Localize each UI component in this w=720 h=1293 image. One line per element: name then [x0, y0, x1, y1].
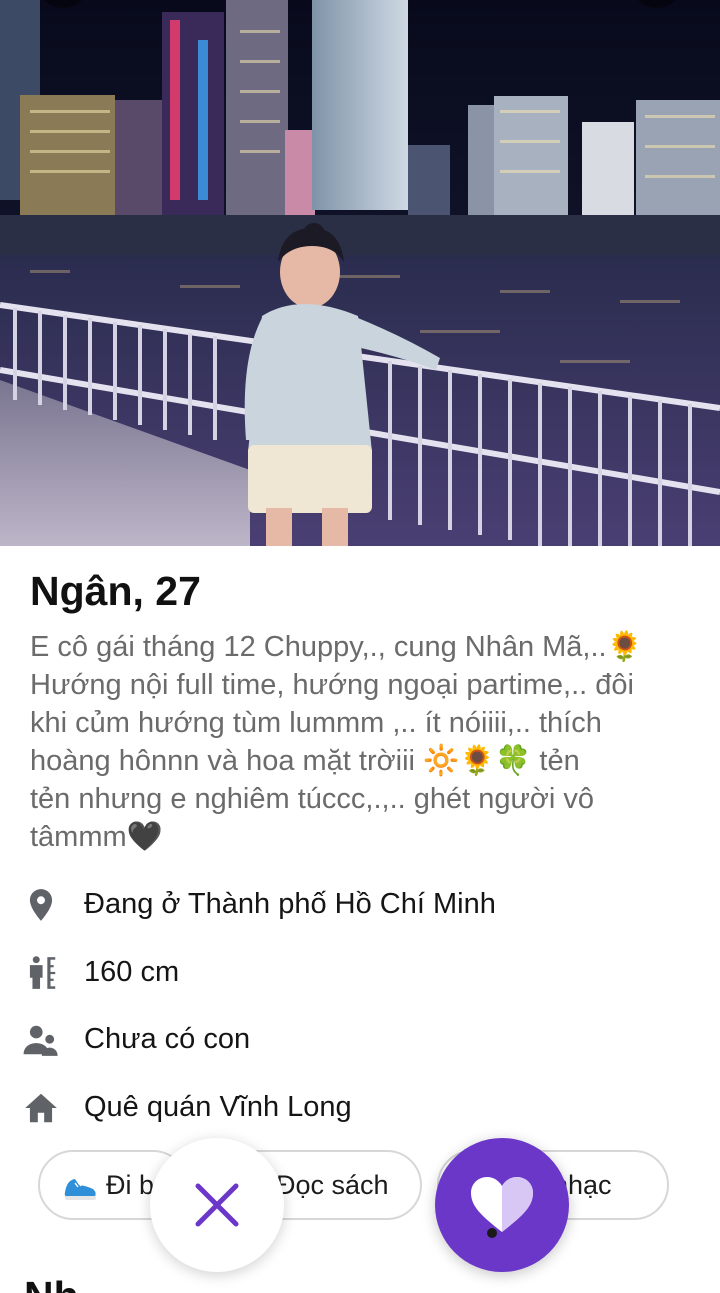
height-icon — [29, 956, 56, 989]
like-button[interactable] — [435, 1138, 569, 1272]
info-height: 160 cm — [0, 950, 720, 996]
running-shoe-icon — [64, 1179, 96, 1200]
profile-bio: E cô gái tháng 12 Chuppy,., cung Nhân Mã… — [30, 628, 700, 856]
pass-button[interactable] — [150, 1138, 284, 1272]
profile-name-age: Ngân, 27 — [30, 568, 201, 614]
info-children: Chưa có con — [0, 1017, 720, 1063]
children-icon — [23, 1025, 58, 1056]
interest-chip-walking-label: Đi b — [106, 1170, 155, 1200]
bio-line: hoàng hônnn và hoa mặt trờiii 🔆🌻🍀 tẻn — [30, 745, 580, 777]
info-hometown-text: Quê quán Vĩnh Long — [84, 1091, 352, 1123]
home-icon — [25, 1093, 57, 1123]
location-pin-icon — [29, 889, 53, 921]
close-icon — [195, 1183, 239, 1227]
interest-chip-reading-label: Đọc sách — [276, 1170, 389, 1200]
heart-icon — [471, 1177, 533, 1238]
info-hometown: Quê quán Vĩnh Long — [0, 1085, 720, 1131]
bio-line: tâmmm🖤 — [30, 821, 163, 853]
info-height-text: 160 cm — [84, 956, 180, 988]
bio-line: E cô gái tháng 12 Chuppy,., cung Nhân Mã… — [30, 631, 643, 663]
profile-photo[interactable] — [0, 0, 720, 546]
next-section-heading: Nh — [24, 1276, 79, 1293]
info-location: Đang ở Thành phố Hồ Chí Minh — [0, 882, 720, 928]
info-location-text: Đang ở Thành phố Hồ Chí Minh — [84, 888, 496, 920]
bio-line: khi củm hướng tùm lummm ,.. ít nóiiii,..… — [30, 707, 602, 739]
bio-line: tẻn nhưng e nghiêm túccc,.,.. ghét người… — [30, 783, 595, 815]
dating-profile-screen: Ngân, 27 E cô gái tháng 12 Chuppy,., cun… — [0, 0, 720, 1293]
info-children-text: Chưa có con — [84, 1023, 251, 1055]
profile-photo-image — [0, 0, 720, 546]
bio-line: Hướng nội full time, hướng ngoại partime… — [30, 669, 634, 701]
